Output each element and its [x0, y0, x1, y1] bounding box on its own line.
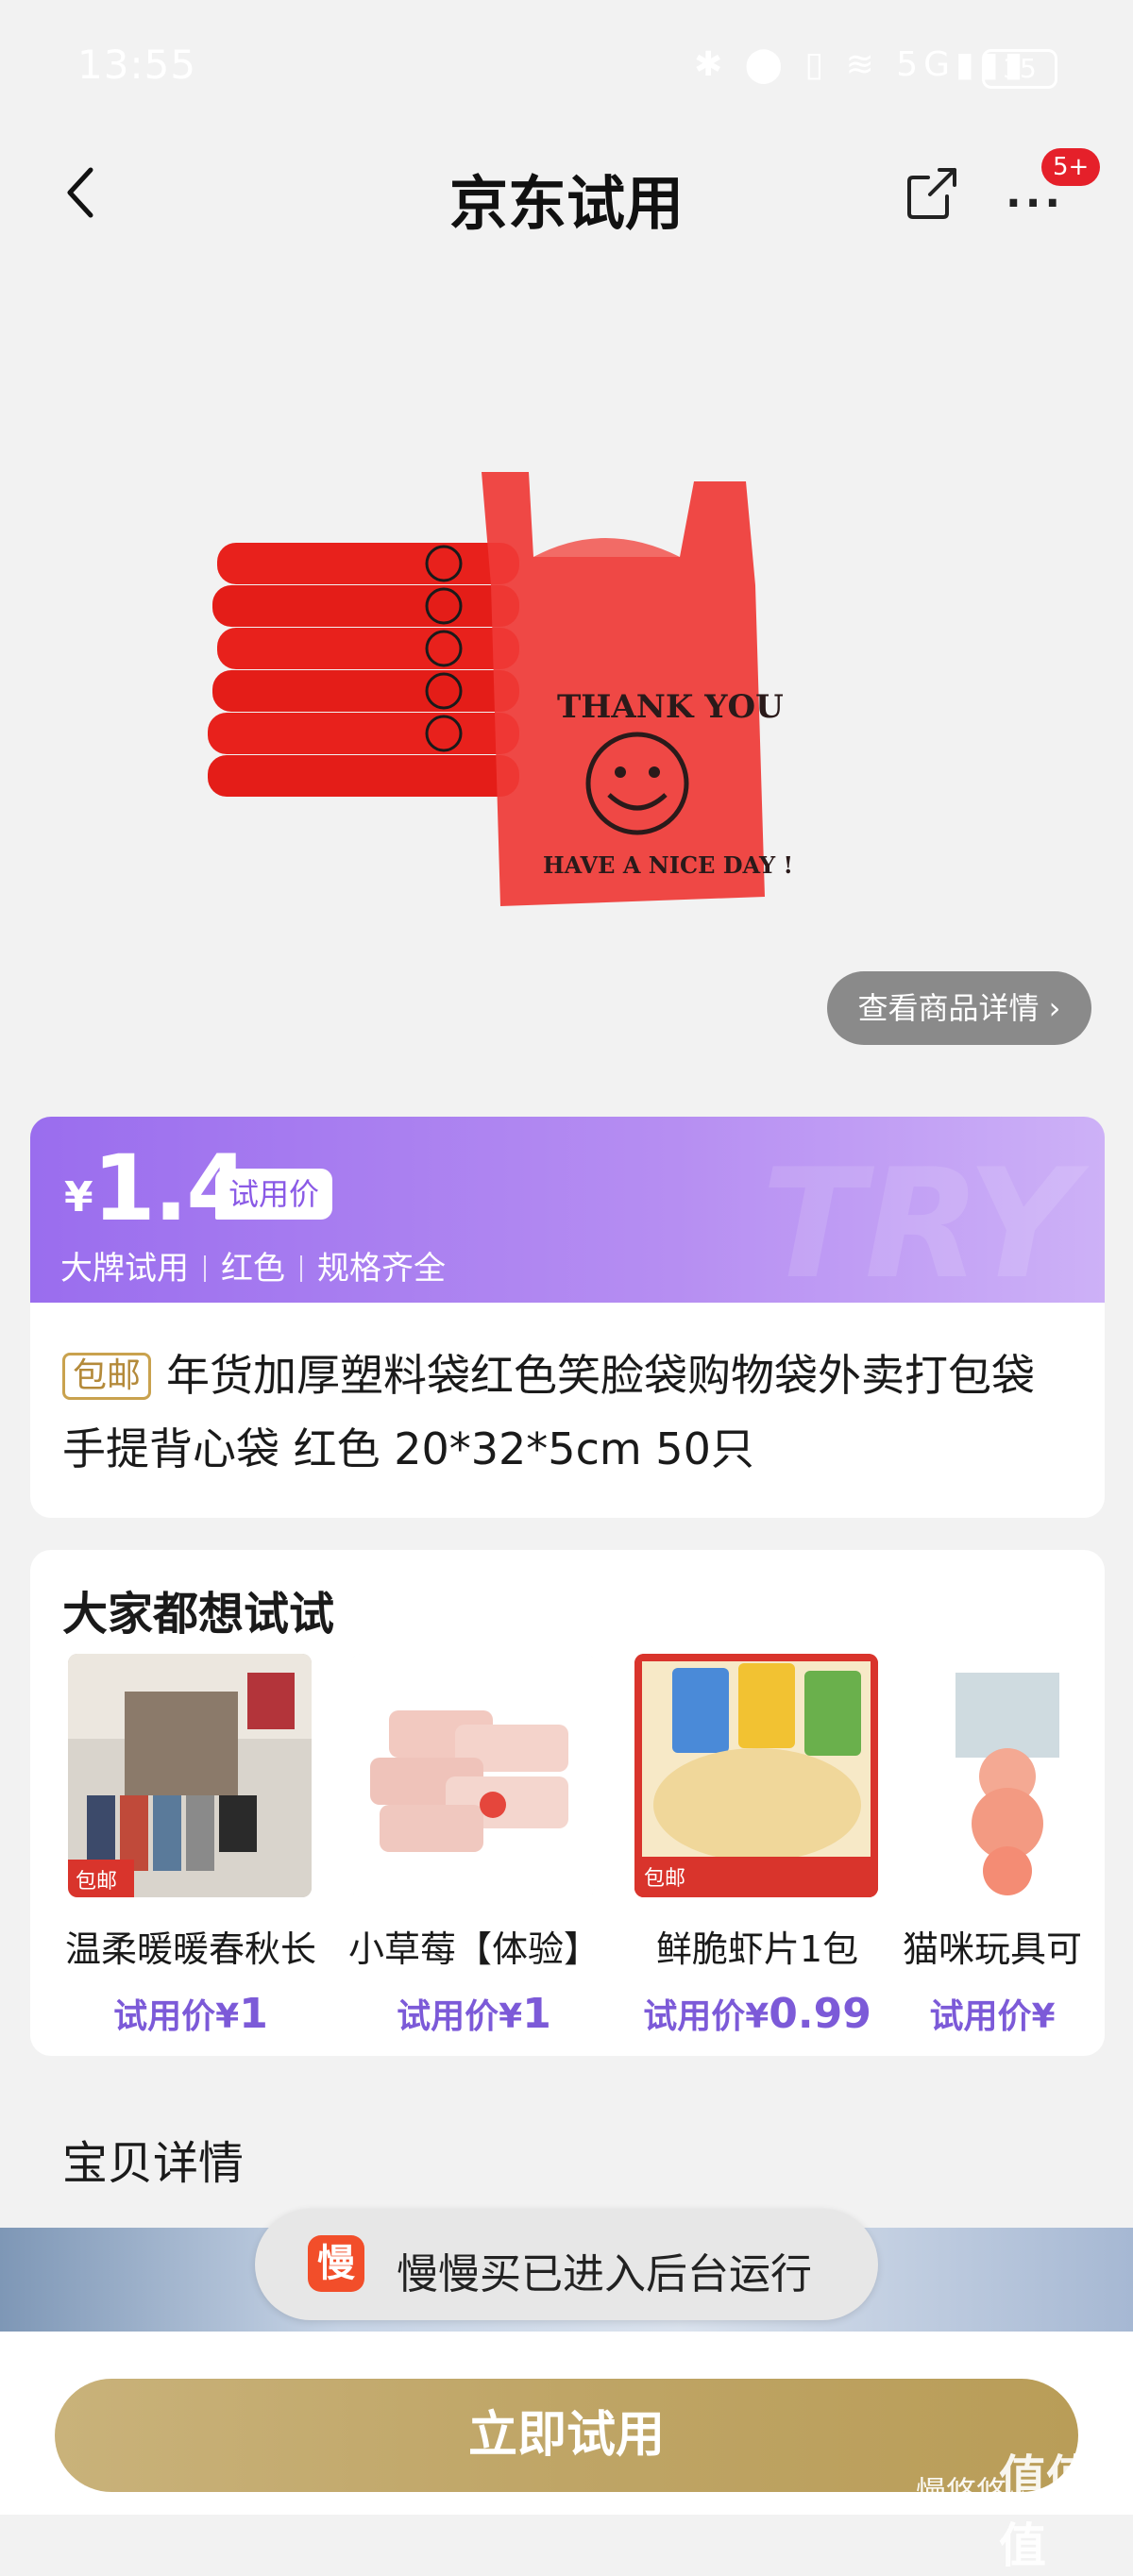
watermark-url: zhizhizhi.com — [1001, 2488, 1116, 2508]
recommend-thumb — [351, 1654, 595, 1897]
recommend-item[interactable]: 包邮 鲜脆虾片1包 试用价¥0.99 — [597, 1654, 878, 2041]
details-heading: 宝贝详情 — [62, 2137, 245, 2190]
notification-badge: 5+ — [1041, 148, 1101, 186]
feature-brand: 大牌试用 — [60, 1250, 189, 1288]
recommend-thumb — [918, 1654, 1105, 1897]
shrimp-chips-image: 包邮 — [634, 1654, 878, 1897]
status-icons: ✱ ⬤ ▯ ≋ 5G▮▮▮ — [694, 45, 1029, 84]
watermark-user: 慢悠悠 — [916, 2474, 1007, 2510]
recommend-item-name: 温柔暖暖春秋长 — [64, 1928, 316, 1970]
recommend-item[interactable]: 小草莓【体验】 试用价¥1 — [313, 1654, 600, 2041]
page-title: 京东试用 — [448, 169, 684, 238]
svg-text:包邮: 包邮 — [76, 1870, 117, 1894]
feature-specs: 规格齐全 — [317, 1250, 446, 1288]
status-time: 13:55 — [77, 42, 197, 88]
manmanmai-app-icon: 慢 — [308, 2235, 364, 2292]
recommend-thumb: 包邮 — [634, 1654, 878, 1897]
product-title-text: 年货加厚塑料袋红色笑脸袋购物袋外卖打包袋手提背心袋 红色 20*32*5cm 5… — [62, 1350, 1036, 1474]
product-title: 包邮 年货加厚塑料袋红色笑脸袋购物袋外卖打包袋手提背心袋 红色 20*32*5cm… — [62, 1339, 1073, 1486]
view-details-button[interactable]: 查看商品详情 › — [827, 971, 1091, 1045]
recommend-item-price: 试用价¥1 — [113, 1990, 268, 2038]
product-image[interactable]: THANK YOU HAVE A NICE DAY ! — [208, 453, 925, 953]
recommend-item-price: 试用价¥ — [929, 1997, 1056, 2036]
banner-watermark: TRY — [761, 1136, 1076, 1305]
recommend-item[interactable]: 包邮 温柔暖暖春秋长 试用价¥1 — [30, 1654, 316, 2041]
trial-price-tag: 试用价 — [215, 1169, 333, 1220]
recommend-item-name: 鲜脆虾片1包 — [655, 1928, 859, 1970]
divider — [300, 1255, 302, 1282]
svg-text:HAVE A NICE DAY !: HAVE A NICE DAY ! — [543, 851, 793, 879]
free-shipping-badge: 包邮 — [62, 1353, 152, 1400]
status-bar: 13:55 ✱ ⬤ ▯ ≋ 5G▮▮▮ 35 — [0, 0, 1133, 132]
watermark-logo: 值值值 — [999, 2450, 1093, 2573]
toast-message: 慢 慢慢买已进入后台运行 — [255, 2209, 878, 2320]
feature-line: 大牌试用 红色 规格齐全 — [60, 1242, 446, 1288]
recommend-item-name: 猫咪玩具可 — [902, 1928, 1082, 1970]
svg-text:THANK YOU: THANK YOU — [557, 688, 784, 726]
socks-image: 包邮 — [68, 1654, 312, 1897]
feature-color: 红色 — [221, 1250, 285, 1288]
share-icon — [907, 168, 956, 219]
toast-text: 慢慢买已进入后台运行 — [397, 2250, 812, 2298]
price-banner: TRY ¥ 1.4 试用价 大牌试用 红色 规格齐全 — [30, 1117, 1105, 1305]
recommend-item-name: 小草莓【体验】 — [347, 1928, 600, 1970]
recommend-item-price: 试用价¥0.99 — [643, 1990, 871, 2038]
cat-toy-image — [918, 1654, 1105, 1897]
divider — [204, 1255, 206, 1282]
recommend-item[interactable]: 猫咪玩具可 试用价¥ — [880, 1654, 1105, 2041]
share-button[interactable] — [902, 162, 962, 223]
recommend-thumb: 包邮 — [68, 1654, 312, 1897]
battery-icon: 35 — [982, 49, 1057, 89]
more-button[interactable]: ··· — [1006, 179, 1064, 227]
plastic-bag-illustration: THANK YOU HAVE A NICE DAY ! — [208, 472, 793, 906]
currency-symbol: ¥ — [64, 1173, 93, 1221]
product-title-card: 包邮 年货加厚塑料袋红色笑脸袋购物袋外卖打包袋手提背心袋 红色 20*32*5cm… — [30, 1303, 1105, 1518]
wet-wipes-image — [351, 1654, 595, 1897]
svg-text:包邮: 包邮 — [644, 1867, 685, 1891]
recommend-heading: 大家都想试试 — [62, 1588, 335, 1641]
recommend-item-price: 试用价¥1 — [397, 1990, 551, 2038]
recommend-section: 大家都想试试 包邮 温柔暖暖春秋长 试用价¥1 小草莓【体验】 试用价¥1 包邮… — [30, 1550, 1105, 2056]
